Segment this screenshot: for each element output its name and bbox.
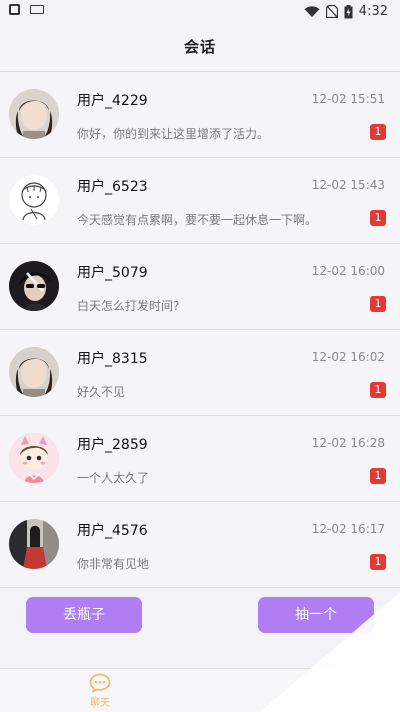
conversation-time: 12-02 16:28: [311, 436, 385, 450]
conversation-preview: 今天感觉有点累啊，要不要一起休息一下啊。: [77, 213, 318, 227]
conversation-preview: 白天怎么打发时间?: [77, 299, 180, 313]
conversation-row[interactable]: 用户_5079 12-02 16:00 白天怎么打发时间? 1: [0, 244, 400, 330]
conversation-name: 用户_2859: [77, 437, 148, 453]
unread-badge: 1: [370, 124, 386, 140]
avatar[interactable]: [9, 433, 59, 483]
page-title: 会话: [183, 38, 216, 56]
conversation-row[interactable]: 用户_2859 12-02 16:28 一个人太久了 1: [0, 416, 400, 502]
avatar[interactable]: [9, 519, 59, 569]
tab-chat-label: 聊天: [90, 698, 110, 709]
status-left: [9, 4, 44, 15]
conversation-row[interactable]: 用户_4229 12-02 15:51 你好，你的到来让这里增添了活力。 1: [0, 72, 400, 158]
conversation-list: 用户_4229 12-02 15:51 你好，你的到来让这里增添了活力。 1 用…: [0, 72, 400, 588]
watermark-wedge: [260, 592, 400, 712]
unread-badge: 1: [370, 296, 386, 312]
notification-icon: [9, 4, 20, 15]
throw-bottle-button[interactable]: 丢瓶子: [26, 597, 142, 633]
keyboard-icon: [30, 5, 44, 14]
avatar[interactable]: [9, 347, 59, 397]
app-screen: 4:32 会话 用户_4229 12-02 15:51 你好，你的到来让这里增添…: [0, 0, 400, 712]
avatar[interactable]: [9, 89, 59, 139]
battery-icon: [344, 4, 353, 18]
conversation-preview: 你好，你的到来让这里增添了活力。: [77, 127, 270, 141]
chat-bubble-icon: [89, 673, 111, 693]
status-bar: 4:32: [0, 0, 400, 24]
no-sim-icon: [325, 5, 338, 18]
avatar[interactable]: [9, 175, 59, 225]
conversation-name: 用户_6523: [77, 179, 148, 195]
unread-badge: 1: [370, 382, 386, 398]
conversation-name: 用户_4229: [77, 93, 148, 109]
status-time: 4:32: [358, 4, 388, 19]
conversation-time: 12-02 15:43: [311, 178, 385, 192]
conversation-preview: 一个人太久了: [77, 471, 150, 485]
conversation-time: 12-02 16:02: [311, 350, 385, 364]
conversation-name: 用户_4576: [77, 523, 148, 539]
unread-badge: 1: [370, 554, 386, 570]
conversation-time: 12-02 16:17: [311, 522, 385, 536]
status-right: 4:32: [304, 4, 388, 19]
tab-chat[interactable]: 聊天: [80, 673, 120, 709]
conversation-row[interactable]: 用户_4576 12-02 16:17 你非常有见地 1: [0, 502, 400, 588]
nav-bar: 会话: [0, 24, 400, 72]
conversation-row[interactable]: 用户_8315 12-02 16:02 好久不见 1: [0, 330, 400, 416]
conversation-name: 用户_8315: [77, 351, 148, 367]
conversation-time: 12-02 15:51: [311, 92, 385, 106]
conversation-row[interactable]: 用户_6523 12-02 15:43 今天感觉有点累啊，要不要一起休息一下啊。…: [0, 158, 400, 244]
conversation-time: 12-02 16:00: [311, 264, 385, 278]
unread-badge: 1: [370, 468, 386, 484]
conversation-preview: 好久不见: [77, 385, 126, 399]
avatar[interactable]: [9, 261, 59, 311]
unread-badge: 1: [370, 210, 386, 226]
conversation-preview: 你非常有见地: [77, 557, 150, 571]
wifi-icon: [304, 5, 320, 17]
conversation-name: 用户_5079: [77, 265, 148, 281]
